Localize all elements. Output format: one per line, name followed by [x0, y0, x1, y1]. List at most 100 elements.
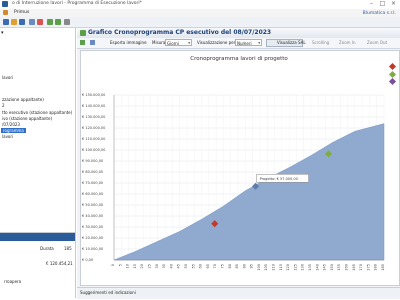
- y-tick-label: € 40.000,00: [82, 214, 103, 218]
- y-tick-label: € 10.000,00: [82, 247, 103, 251]
- y-tick-label: € 50.000,00: [82, 203, 103, 207]
- tree-item-8[interactable]: lavori: [2, 134, 13, 139]
- y-tick-label: € 20.000,00: [82, 236, 103, 240]
- left-footer-panel: Durata 185 € 120.454,21 rroapera: [0, 232, 75, 299]
- x-tick-label: 90: [242, 264, 246, 268]
- tree-item-4[interactable]: tto esecutivo (stazione appaltante): [2, 110, 72, 115]
- status-text: Suggerimenti ed indicazioni: [80, 290, 136, 295]
- misura-select[interactable]: Giorni ▾: [165, 39, 192, 46]
- tree-item-3[interactable]: 2: [2, 103, 5, 108]
- maximize-icon[interactable]: □: [377, 0, 388, 8]
- x-tick-label: 120: [286, 264, 290, 271]
- tooltip-text: Progetto: € 57.000,00: [260, 177, 298, 181]
- x-tick-label: 130: [301, 264, 305, 271]
- x-tick-label: 35: [162, 264, 166, 268]
- brand-label: Blumatica s.r.l.: [362, 11, 396, 16]
- x-tick-label: 80: [228, 264, 232, 268]
- x-tick-label: 100: [257, 264, 261, 271]
- y-tick-label: € 130.000,00: [82, 115, 105, 119]
- window-title: o di Interruzione lavori - Programma di …: [12, 1, 142, 6]
- zoom-out-button[interactable]: Zoom Out: [367, 40, 387, 45]
- x-tick-label: 180: [374, 264, 378, 271]
- footer-durata-label: Durata: [40, 246, 54, 251]
- x-tick-label: 10: [126, 264, 130, 268]
- x-tick-label: 85: [235, 264, 239, 268]
- tree-item-5[interactable]: ivo (stazione appaltante): [2, 116, 52, 121]
- export-icon[interactable]: [90, 40, 95, 45]
- x-tick-label: 20: [140, 264, 144, 268]
- x-tick-label: 30: [155, 264, 159, 268]
- chart-icon: [80, 30, 86, 36]
- print-icon[interactable]: [29, 19, 35, 25]
- collapse-icon[interactable]: ▾: [1, 30, 4, 36]
- visualizzazione-value: Numeri: [237, 41, 252, 46]
- tree-item-2[interactable]: zzazione appaltante): [2, 97, 44, 102]
- x-tick-label: 155: [337, 264, 341, 271]
- x-tick-label: 55: [191, 264, 195, 268]
- x-tick-label: 40: [169, 264, 173, 268]
- chevron-down-icon: ▾: [258, 41, 260, 45]
- x-tick-label: 0: [111, 264, 115, 266]
- x-tick-label: 5: [118, 264, 122, 266]
- footer-header-bar: [0, 233, 75, 241]
- refresh-icon[interactable]: [80, 40, 85, 45]
- x-tick-label: 115: [279, 264, 283, 271]
- page-title: Grafico Cronoprogramma CP esecutivo del …: [88, 29, 272, 36]
- x-tick-label: 95: [250, 264, 254, 268]
- minimize-icon[interactable]: –: [366, 0, 377, 8]
- tree-item-selected[interactable]: rogramma: [1, 128, 26, 133]
- settings-icon[interactable]: [64, 19, 70, 25]
- menu-app-icon[interactable]: [3, 10, 8, 15]
- chart-svg: € 0,00 € 10.000,00 € 20.000,00 € 30.000,00 €…: [82, 93, 385, 271]
- tree-item-6[interactable]: /07/2023: [2, 122, 20, 127]
- save-icon[interactable]: [19, 19, 25, 25]
- app-icon: [2, 1, 8, 7]
- y-tick-label: € 100.000,00: [82, 148, 105, 152]
- tree-item-1[interactable]: lavori: [2, 75, 13, 80]
- x-tick-label: 165: [352, 264, 356, 271]
- zoom-in-button[interactable]: Zoom In: [339, 40, 356, 45]
- x-tick-label: 70: [213, 264, 217, 268]
- footer-bottom-label: rroapera: [4, 279, 22, 284]
- x-tick-label: 50: [184, 264, 188, 268]
- footer-total: € 120.454,21: [46, 261, 73, 266]
- y-tick-label: € 0,00: [82, 258, 93, 262]
- menu-item-primus[interactable]: Primus: [14, 10, 29, 15]
- x-tick-label: 150: [330, 264, 334, 271]
- y-tick-label: € 80.000,00: [82, 170, 103, 174]
- x-tick-label: 110: [272, 264, 276, 271]
- visualizza-sal-label: Visualizza SAL: [277, 40, 306, 45]
- export-image-button[interactable]: Esporta immagine: [110, 40, 147, 45]
- scrolling-button[interactable]: Scrolling: [312, 40, 329, 45]
- visualizzazione-label: Visualizzazione per: [197, 40, 236, 45]
- x-tick-label: 15: [133, 264, 137, 268]
- delete-icon[interactable]: [37, 19, 43, 25]
- redo-icon[interactable]: [55, 19, 61, 25]
- y-tick-label: € 150.000,00: [82, 93, 105, 97]
- x-tick-label: 145: [323, 264, 327, 271]
- visualizzazione-select[interactable]: Numeri ▾: [235, 39, 262, 46]
- footer-durata-value: 185: [64, 246, 72, 251]
- x-tick-label: 135: [308, 264, 312, 271]
- x-tick-label: 25: [147, 264, 151, 268]
- undo-icon[interactable]: [47, 19, 53, 25]
- x-tick-label: 75: [220, 264, 224, 268]
- x-tick-label: 125: [293, 264, 297, 271]
- misura-value: Giorni: [167, 41, 179, 46]
- chart-toolbar: Esporta immagine Misura Giorni ▾ Visuali…: [77, 38, 400, 49]
- y-tick-label: € 60.000,00: [82, 192, 103, 196]
- menu-bar: Primus: [0, 9, 400, 17]
- y-tick-label: € 110.000,00: [82, 137, 105, 141]
- x-tick-label: 105: [264, 264, 268, 271]
- x-tick-label: 140: [315, 264, 319, 271]
- y-tick-label: € 30.000,00: [82, 225, 103, 229]
- x-tick-label: 60: [199, 264, 203, 268]
- x-tick-label: 65: [206, 264, 210, 268]
- close-icon[interactable]: ×: [388, 0, 399, 8]
- open-icon[interactable]: [11, 19, 17, 25]
- x-tick-label: 160: [345, 264, 349, 271]
- x-tick-label: 175: [366, 264, 370, 271]
- misura-label: Misura: [152, 40, 166, 45]
- new-icon[interactable]: [3, 19, 9, 25]
- status-bar: Suggerimenti ed indicazioni: [77, 287, 400, 299]
